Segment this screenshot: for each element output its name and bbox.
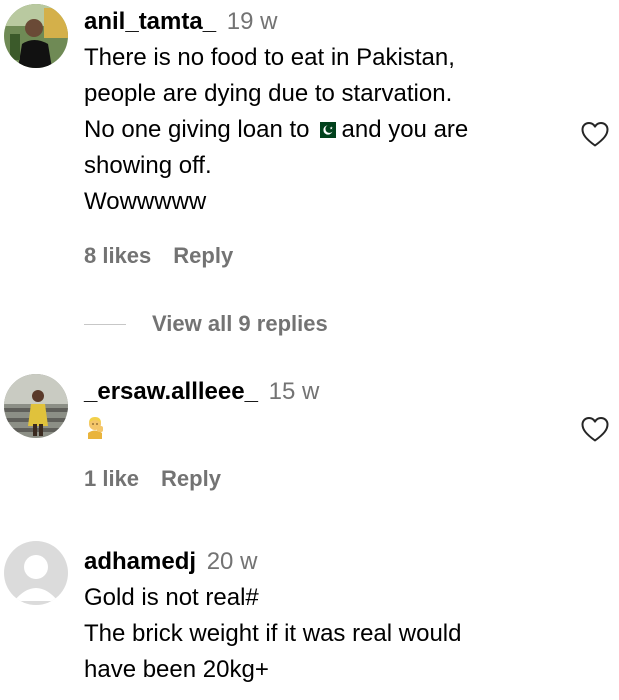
comment-header: adhamedj 20 w — [84, 544, 554, 580]
reply-button[interactable]: Reply — [173, 243, 233, 268]
person-gesturing-emoji-icon — [84, 414, 106, 439]
view-replies-label: View all 9 replies — [152, 311, 328, 336]
comment-text-line — [84, 410, 554, 446]
comment-text-line: Wowwwww — [84, 188, 207, 215]
avatar-photo — [4, 374, 68, 438]
avatar[interactable] — [4, 541, 68, 605]
comment-text-line: showing off. — [84, 152, 212, 179]
likes-count[interactable]: 1 like — [84, 466, 139, 491]
comment-header: _ersaw.allleee_ 15 w — [84, 374, 554, 410]
reply-button[interactable]: Reply — [161, 466, 221, 491]
comment-text-line: have been 20kg+ — [84, 656, 269, 683]
divider-line — [84, 323, 126, 325]
comment-text-segment: and you are — [341, 116, 469, 143]
avatar[interactable] — [4, 374, 68, 438]
view-replies-button[interactable]: View all 9 replies — [84, 310, 328, 338]
pakistan-flag-icon — [313, 113, 336, 138]
comment-body: _ersaw.allleee_ 15 w — [84, 374, 554, 446]
username[interactable]: anil_tamta_ — [84, 8, 216, 35]
comment-text-line: people are dying due to starvation. — [84, 80, 453, 107]
timestamp[interactable]: 20 w — [207, 548, 258, 575]
username[interactable]: adhamedj — [84, 548, 196, 575]
timestamp[interactable]: 19 w — [227, 8, 278, 35]
heart-outline-icon[interactable] — [580, 415, 610, 443]
username[interactable]: _ersaw.allleee_ — [84, 378, 258, 405]
comment-body: anil_tamta_ 19 w There is no food to eat… — [84, 4, 554, 220]
comment-actions: 8 likes Reply — [84, 243, 233, 269]
likes-count[interactable]: 8 likes — [84, 243, 151, 268]
comment-text-line: Gold is not real# — [84, 584, 259, 611]
comment-header: anil_tamta_ 19 w — [84, 4, 554, 40]
comment-text-line: No one giving loan to and you are — [84, 112, 554, 148]
comment-text-line: There is no food to eat in Pakistan, — [84, 44, 455, 71]
comment-actions: 1 like Reply — [84, 466, 221, 492]
avatar-photo — [4, 4, 68, 68]
avatar[interactable] — [4, 4, 68, 68]
default-avatar-icon — [4, 541, 68, 605]
comment-body: adhamedj 20 w Gold is not real# The bric… — [84, 544, 554, 688]
comment-text-line: The brick weight if it was real would — [84, 620, 462, 647]
timestamp[interactable]: 15 w — [269, 378, 320, 405]
heart-outline-icon[interactable] — [580, 120, 610, 148]
comment-text-segment: No one giving loan to — [84, 116, 310, 143]
